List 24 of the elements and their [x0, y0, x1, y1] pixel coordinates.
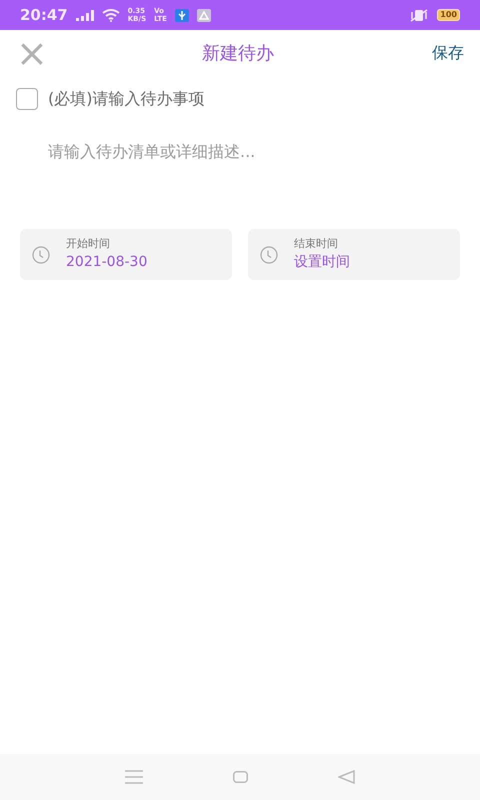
time-label: 结束时间 [294, 236, 339, 252]
battery-level: 100 [437, 9, 460, 21]
back-icon[interactable] [338, 770, 355, 784]
vibrate-icon [409, 8, 430, 22]
close-button[interactable]: × [16, 34, 44, 72]
clock-icon [260, 246, 278, 264]
todo-input-field[interactable]: (必填)请输入待办事项 [46, 86, 464, 112]
notification-icon [196, 8, 211, 22]
time-card[interactable]: 结束时间 设置时间 [248, 229, 460, 280]
home-icon[interactable] [233, 771, 248, 783]
status-time: 20:47 [20, 4, 68, 26]
signal-icon [76, 10, 94, 20]
time-value: 2021-08-30 [66, 253, 148, 272]
description-field[interactable]: 请输入待办清单或详细描述... [46, 138, 464, 198]
usb-icon [174, 8, 189, 22]
save-button[interactable]: 保存 [432, 41, 464, 65]
todo-checkbox[interactable] [16, 88, 38, 110]
time-value: 设置时间 [294, 253, 350, 272]
menu-icon[interactable] [125, 770, 143, 784]
time-label: 开始时间 [66, 236, 111, 252]
wifi-icon [102, 8, 120, 22]
clock-icon [32, 246, 50, 264]
time-card[interactable]: 开始时间 2021-08-30 [20, 229, 232, 280]
page-title: 新建待办 [202, 42, 274, 64]
